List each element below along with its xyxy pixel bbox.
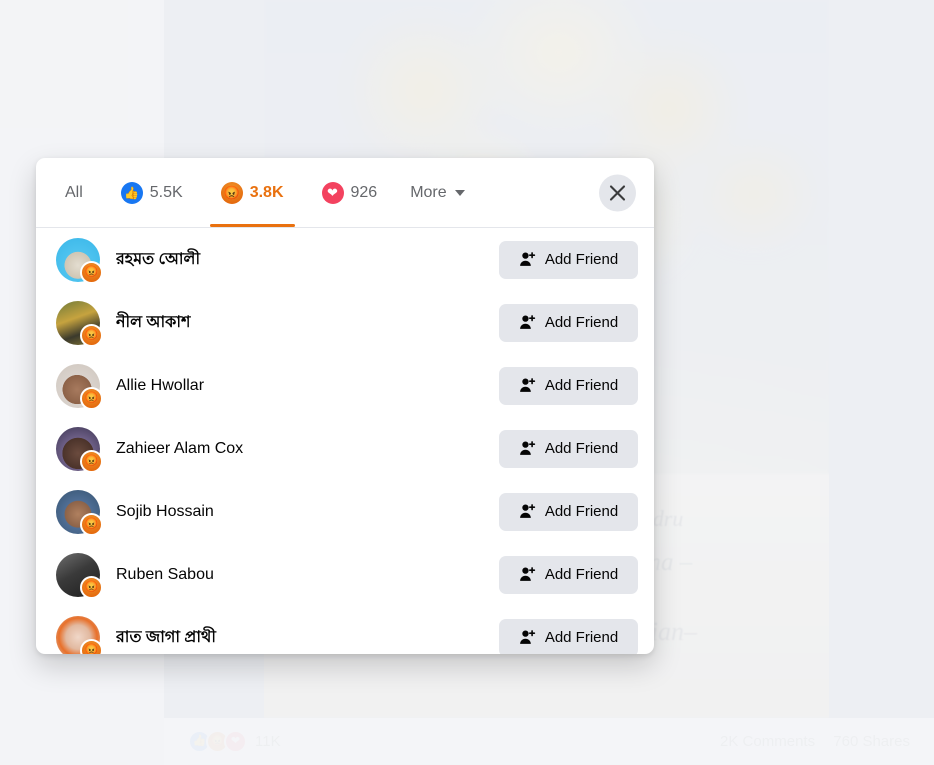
reactor-name: নীল আকাশ xyxy=(116,314,191,331)
reactors-list-scroll: 😡 😡 রহমত অোলী Add xyxy=(36,228,654,654)
tab-angry[interactable]: 😡 3.8K xyxy=(202,158,303,227)
add-friend-label: Add Friend xyxy=(544,503,619,520)
angry-face-icon: 😡 xyxy=(80,449,103,473)
add-friend-label: Add Friend xyxy=(544,566,619,583)
avatar[interactable]: 😡 xyxy=(56,300,103,347)
avatar[interactable]: 😡 xyxy=(56,615,103,654)
person-plus-icon xyxy=(519,567,536,581)
tab-like[interactable]: 👍 5.5K xyxy=(102,158,202,227)
thumbs-up-icon: 👍 xyxy=(120,181,143,204)
angry-face-icon: 😡 xyxy=(80,386,103,410)
add-friend-label: Add Friend xyxy=(544,377,619,394)
add-friend-label: Add Friend xyxy=(544,314,619,331)
avatar[interactable]: 😡 xyxy=(56,426,103,473)
more-tabs-label: More xyxy=(410,183,447,201)
avatar[interactable]: 😡 xyxy=(56,552,103,599)
person-plus-icon xyxy=(519,378,536,392)
reactor-name: Allie Hwollar xyxy=(116,376,205,394)
heart-icon: ❤ xyxy=(321,181,344,204)
avatar[interactable]: 😡 xyxy=(56,489,103,536)
angry-face-icon: 😡 xyxy=(80,260,103,284)
table-row[interactable]: 😡 নীল আকাশ Add Friend xyxy=(56,291,638,354)
chevron-down-icon xyxy=(454,189,465,196)
table-row[interactable]: 😡 রহমত অোলী Add Friend xyxy=(56,228,638,291)
table-row[interactable]: 😡 Zahieer Alam Cox Add Friend xyxy=(56,417,638,480)
add-friend-button[interactable]: Add Friend xyxy=(499,555,638,594)
add-friend-label: Add Friend xyxy=(544,440,619,457)
table-row[interactable]: 😡 Allie Hwollar Add Friend xyxy=(56,354,638,417)
more-tabs-button[interactable]: More xyxy=(396,184,478,202)
tab-angry-underline xyxy=(209,224,295,227)
tab-love-count: 926 xyxy=(350,183,378,201)
tab-love[interactable]: ❤ 926 xyxy=(303,158,397,227)
person-plus-icon xyxy=(519,441,536,455)
avatar[interactable]: 😡 xyxy=(56,363,103,410)
page-root: Alexandru Catalina – HAI Alexandru – MIT… xyxy=(0,0,934,765)
tab-all-label: All xyxy=(65,183,83,201)
table-row[interactable]: 😡 Sojib Hossain Add Friend xyxy=(56,480,638,543)
close-button[interactable] xyxy=(599,174,636,211)
close-icon xyxy=(609,184,626,201)
reactor-name: রহমত অোলী xyxy=(116,251,201,268)
add-friend-label: Add Friend xyxy=(544,251,619,268)
angry-face-icon: 😡 xyxy=(80,323,103,347)
add-friend-button[interactable]: Add Friend xyxy=(499,618,638,654)
angry-face-icon: 😡 xyxy=(80,512,103,536)
add-friend-button[interactable]: Add Friend xyxy=(499,492,638,531)
reactions-dialog: All 👍 5.5K 😡 3.8K ❤ 926 More 😡 রহমত অোলী… xyxy=(36,158,654,654)
table-row[interactable]: 😡 রাত জাগা প্রাথী Add Friend xyxy=(56,606,638,654)
reactor-name: রাত জাগা প্রাথী xyxy=(116,629,216,646)
table-row[interactable]: 😡 Ruben Sabou Add Friend xyxy=(56,543,638,606)
add-friend-button[interactable]: Add Friend xyxy=(499,366,638,405)
tab-all[interactable]: All xyxy=(46,158,102,227)
person-plus-icon xyxy=(519,630,536,644)
reaction-tabbar: All 👍 5.5K 😡 3.8K ❤ 926 More xyxy=(36,158,654,227)
reactor-name: Zahieer Alam Cox xyxy=(116,439,244,457)
angry-face-icon: 😡 xyxy=(220,181,243,204)
person-plus-icon xyxy=(519,315,536,329)
reactors-list[interactable]: 😡 😡 রহমত অোলী Add xyxy=(36,228,654,654)
reactor-name: Ruben Sabou xyxy=(116,565,214,583)
angry-face-icon: 😡 xyxy=(80,575,103,599)
add-friend-button[interactable]: Add Friend xyxy=(499,240,638,279)
tab-angry-count: 3.8K xyxy=(249,183,284,201)
reactor-name: Sojib Hossain xyxy=(116,502,214,520)
avatar[interactable]: 😡 xyxy=(56,237,103,284)
person-plus-icon xyxy=(519,252,536,266)
person-plus-icon xyxy=(519,504,536,518)
tab-like-count: 5.5K xyxy=(149,183,183,201)
add-friend-button[interactable]: Add Friend xyxy=(499,429,638,468)
add-friend-label: Add Friend xyxy=(544,629,619,646)
add-friend-button[interactable]: Add Friend xyxy=(499,303,638,342)
